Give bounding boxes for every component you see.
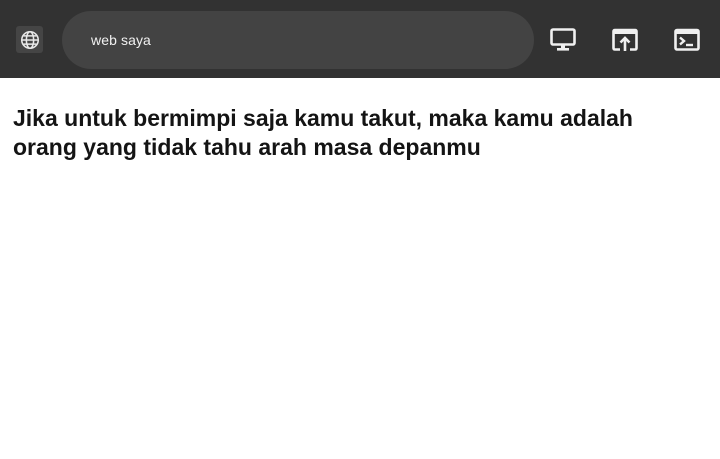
open-in-new-button[interactable] [611,26,639,54]
desktop-view-button[interactable] [549,26,577,54]
desktop-icon [550,28,576,51]
terminal-icon [674,28,700,51]
globe-icon[interactable] [16,26,43,53]
url-bar[interactable]: web saya [62,11,534,69]
browser-toolbar: web saya [0,0,720,78]
console-button[interactable] [673,26,701,54]
quote-heading: Jika untuk bermimpi saja kamu takut, mak… [13,105,633,160]
url-text: web saya [91,32,151,48]
open-in-new-icon [612,28,638,51]
page-content: Jika untuk bermimpi saja kamu takut, mak… [13,104,693,162]
